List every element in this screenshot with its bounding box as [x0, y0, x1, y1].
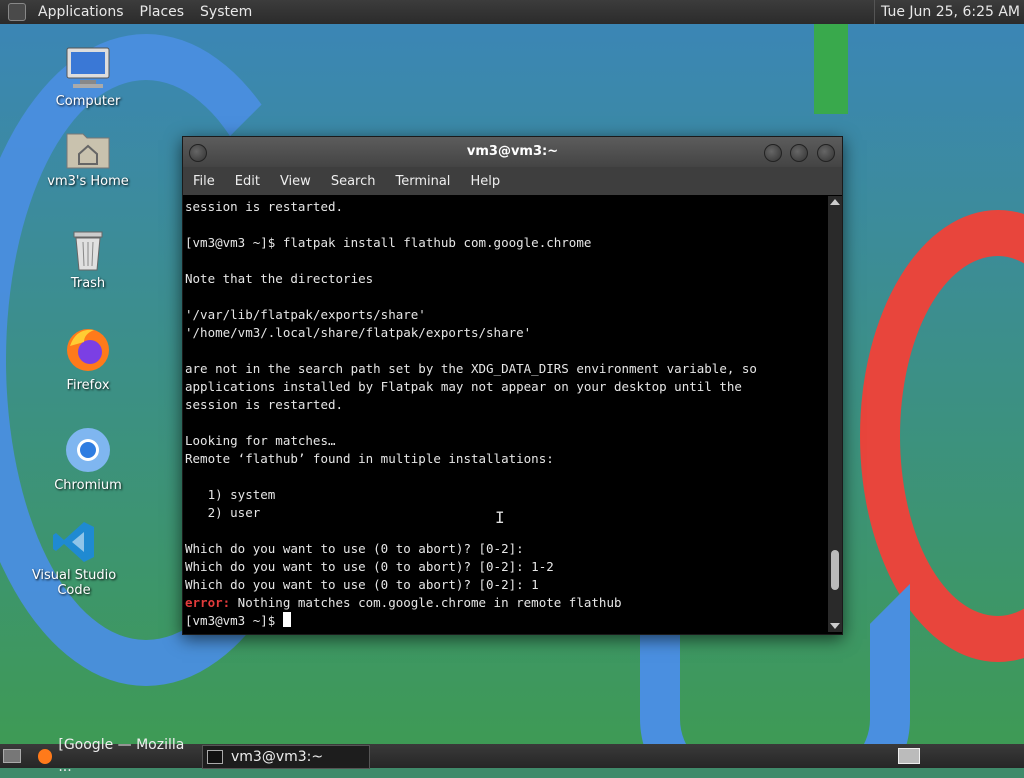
prompt: [vm3@vm3 ~]$: [185, 613, 283, 628]
terminal-line: Note that the directories: [185, 271, 374, 286]
terminal-line: are not in the search path set by the XD…: [185, 361, 757, 376]
desktop-icon-firefox[interactable]: Firefox: [33, 326, 143, 393]
error-message: Nothing matches com.google.chrome in rem…: [230, 595, 622, 610]
close-button[interactable]: [817, 144, 835, 162]
workspace-icon: [898, 748, 920, 764]
firefox-icon: [38, 748, 53, 764]
top-panel: Applications Places System Tue Jun 25, 6…: [0, 0, 1024, 24]
scroll-up-arrow-icon[interactable]: [830, 199, 840, 205]
home-folder-icon: [65, 128, 111, 170]
terminal-icon: [207, 750, 223, 764]
firefox-icon: [64, 326, 112, 374]
terminal-line: Which do you want to use (0 to abort)? […: [185, 577, 539, 592]
terminal-line: '/var/lib/flatpak/exports/share': [185, 307, 426, 322]
terminal-line: session is restarted.: [185, 199, 344, 214]
window-titlebar[interactable]: vm3@vm3:~: [183, 137, 842, 167]
menu-terminal[interactable]: Terminal: [385, 174, 460, 189]
menu-system[interactable]: System: [192, 0, 260, 24]
taskbar-item-terminal[interactable]: vm3@vm3:~: [202, 745, 370, 769]
terminal-line: Which do you want to use (0 to abort)? […: [185, 541, 524, 556]
desktop-icon-label: Computer: [55, 94, 121, 109]
desktop-icon-chromium[interactable]: Chromium: [33, 426, 143, 493]
minimize-button[interactable]: [764, 144, 782, 162]
show-desktop-button[interactable]: [3, 745, 23, 767]
clock[interactable]: Tue Jun 25, 6:25 AM: [874, 0, 1024, 24]
taskbar-item-firefox[interactable]: [Google — Mozilla ...: [34, 737, 196, 775]
terminal-line: 2) user: [185, 505, 261, 520]
terminal-line: session is restarted.: [185, 397, 344, 412]
maximize-button[interactable]: [790, 144, 808, 162]
desktop-icon-label: Trash: [70, 276, 106, 291]
desktop-icon-label: vm3's Home: [47, 174, 129, 189]
menu-edit[interactable]: Edit: [225, 174, 270, 189]
wallpaper-green-bar: [814, 24, 848, 114]
menu-applications[interactable]: Applications: [30, 0, 132, 24]
text-cursor: [282, 612, 291, 627]
menu-places[interactable]: Places: [132, 0, 193, 24]
desktop-icon-computer[interactable]: Computer: [33, 46, 143, 109]
desktop-icon-label: Chromium: [54, 478, 122, 493]
terminal-line: 1) system: [185, 487, 276, 502]
desktop-icon-home[interactable]: vm3's Home: [33, 128, 143, 189]
terminal-line: Which do you want to use (0 to abort)? […: [185, 559, 554, 574]
window-title: vm3@vm3:~: [466, 144, 559, 159]
scroll-thumb[interactable]: [831, 550, 839, 591]
taskbar-item-label: [Google — Mozilla ...: [58, 737, 185, 775]
terminal-error-line: error: Nothing matches com.google.chrome…: [185, 594, 826, 612]
menu-view[interactable]: View: [270, 174, 321, 189]
workspace-switcher[interactable]: [898, 745, 920, 767]
terminal-window[interactable]: vm3@vm3:~ File Edit View Search Terminal…: [182, 136, 843, 635]
ibeam-cursor-icon: I: [495, 508, 505, 527]
bottom-panel: [Google — Mozilla ... vm3@vm3:~: [0, 737, 1024, 775]
vscode-icon: [52, 520, 96, 564]
vertical-scrollbar[interactable]: [828, 196, 842, 632]
terminal-menubar: File Edit View Search Terminal Help: [183, 167, 842, 195]
terminal-line: '/home/vm3/.local/share/flatpak/exports/…: [185, 325, 532, 340]
window-menu-icon[interactable]: [189, 144, 207, 162]
terminal-output[interactable]: session is restarted. [vm3@vm3 ~]$ flatpa…: [185, 198, 826, 632]
error-prefix: error:: [185, 595, 231, 610]
show-desktop-icon: [3, 749, 21, 763]
terminal-line: Remote ‘flathub’ found in multiple insta…: [185, 451, 554, 466]
desktop-icon-label: Firefox: [66, 378, 110, 393]
terminal-line: Looking for matches…: [185, 433, 336, 448]
gnome-foot-icon[interactable]: [8, 3, 26, 21]
chromium-icon: [64, 426, 112, 474]
terminal-prompt-line: [vm3@vm3 ~]$: [185, 612, 826, 630]
desktop-icon-label: Visual Studio Code: [31, 568, 117, 598]
terminal-line: applications installed by Flatpak may no…: [185, 379, 742, 394]
menu-help[interactable]: Help: [460, 174, 510, 189]
trash-icon: [68, 228, 108, 272]
terminal-line: [vm3@vm3 ~]$ flatpak install flathub com…: [185, 235, 592, 250]
scroll-down-arrow-icon[interactable]: [830, 623, 840, 629]
menu-search[interactable]: Search: [321, 174, 386, 189]
desktop-icon-trash[interactable]: Trash: [33, 228, 143, 291]
desktop-icon-vscode[interactable]: Visual Studio Code: [19, 520, 129, 598]
taskbar-item-label: vm3@vm3:~: [231, 749, 324, 765]
menu-file[interactable]: File: [183, 174, 225, 189]
computer-icon: [65, 46, 111, 90]
